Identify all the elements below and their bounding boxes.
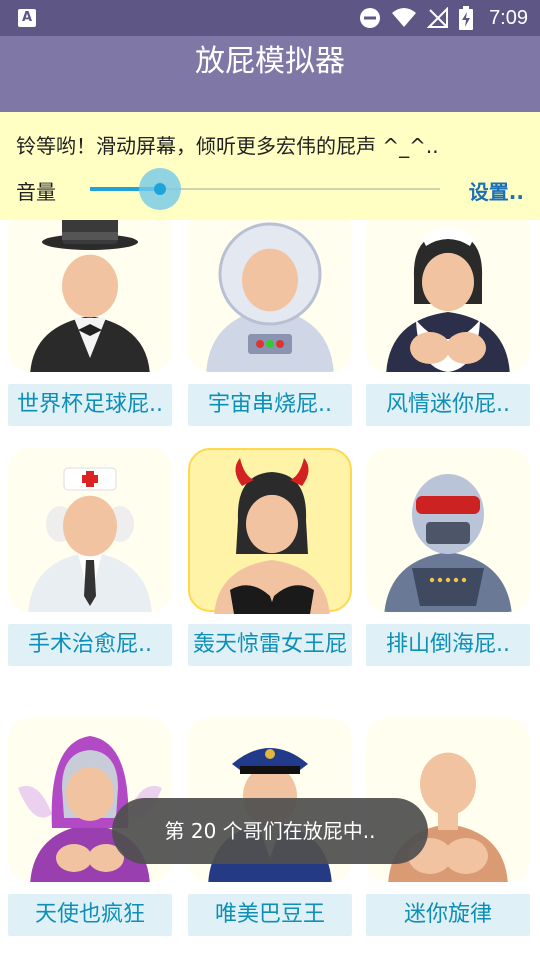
character-label[interactable]: 迷你旋律 <box>366 894 530 936</box>
toast-message: 第 20 个哥们在放屁中.. <box>112 798 428 864</box>
volume-label: 音量 <box>16 180 56 204</box>
character-label[interactable]: 唯美巴豆王 <box>188 894 352 936</box>
robot-avatar-icon[interactable] <box>366 448 530 612</box>
control-panel: 铃等哟！滑动屏幕，倾听更多宏伟的屁声 ^_^.. 音量 设置.. <box>0 112 540 220</box>
notification-icon: A <box>18 9 36 27</box>
slider-thumb[interactable] <box>154 183 166 195</box>
character-label[interactable]: 天使也疯狂 <box>8 894 172 936</box>
battery-charging-icon <box>459 6 474 30</box>
character-label[interactable]: 手术治愈屁.. <box>8 624 172 666</box>
character-label[interactable]: 轰天惊雷女王屁 <box>188 624 352 666</box>
settings-link[interactable]: 设置.. <box>469 176 524 205</box>
volume-slider[interactable] <box>90 168 440 210</box>
character-label[interactable]: 宇宙串烧屁.. <box>188 384 352 426</box>
wifi-icon <box>391 7 417 29</box>
doctor-avatar-icon[interactable] <box>8 448 172 612</box>
app-bar: 放屁模拟器 <box>0 36 540 112</box>
top-hat-gentleman-avatar-icon[interactable] <box>8 220 172 372</box>
character-label[interactable]: 风情迷你屁.. <box>366 384 530 426</box>
marquee-text: 铃等哟！滑动屏幕，倾听更多宏伟的屁声 ^_^.. <box>16 134 439 158</box>
dnd-icon <box>359 7 381 29</box>
astronaut-avatar-icon[interactable] <box>188 220 352 372</box>
maid-avatar-icon[interactable] <box>366 220 530 372</box>
page-title: 放屁模拟器 <box>195 44 345 79</box>
status-icons: 7:09 <box>359 6 528 30</box>
status-bar: A 7:09 <box>0 0 540 36</box>
no-signal-icon <box>427 7 449 29</box>
character-label[interactable]: 排山倒海屁.. <box>366 624 530 666</box>
devil-woman-avatar-icon[interactable] <box>188 448 352 614</box>
clock: 7:09 <box>489 6 528 29</box>
character-label[interactable]: 世界杯足球屁.. <box>8 384 172 426</box>
